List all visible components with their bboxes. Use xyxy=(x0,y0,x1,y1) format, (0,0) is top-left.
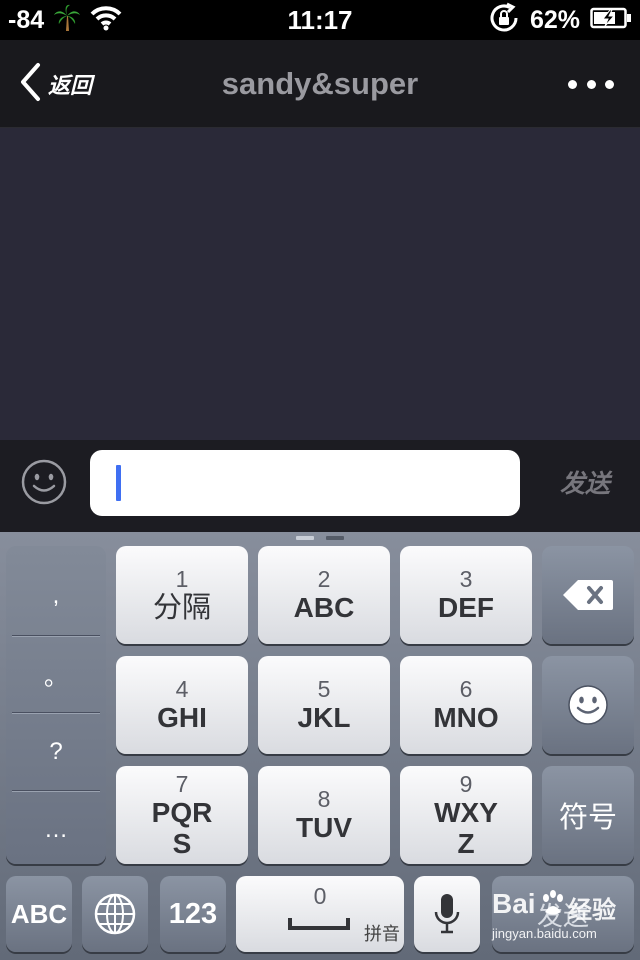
numbers-label: 123 xyxy=(168,897,218,930)
key-letters: GHI xyxy=(157,702,207,733)
dot-icon xyxy=(568,79,577,89)
message-input-bar: 发送 xyxy=(0,440,640,532)
dot-icon xyxy=(605,79,614,89)
backspace-icon xyxy=(563,580,613,610)
battery-percent: 62% xyxy=(529,5,580,34)
key-letters: JKL xyxy=(297,702,351,733)
symbols-label: 符号 xyxy=(558,800,617,834)
watermark-url: jingyan.baidu.com xyxy=(492,926,597,941)
status-bar: -84 11:17 62% xyxy=(0,0,640,40)
page-dot xyxy=(326,536,344,540)
key-digit: 6 xyxy=(459,676,473,702)
key-letters-line2: Z xyxy=(457,827,475,859)
navigation-bar: 返回 sandy&super xyxy=(0,40,640,128)
abc-key[interactable]: ABC xyxy=(6,876,72,952)
punctuation-column: , 。 ? … xyxy=(6,546,106,864)
emoji-key[interactable] xyxy=(542,656,634,754)
key-digit: 5 xyxy=(317,676,331,702)
symbols-key[interactable]: 符号 xyxy=(542,766,634,864)
key-digit: 3 xyxy=(459,566,473,592)
space-key[interactable]: 0 拼音 xyxy=(236,876,404,952)
microphone-key[interactable] xyxy=(414,876,480,952)
watermark-brand-cn: 经验 xyxy=(568,896,616,924)
key-3[interactable]: 3 DEF xyxy=(400,546,532,644)
key-digit: 2 xyxy=(317,566,331,592)
dot-icon xyxy=(586,79,596,89)
key-letters: MNO xyxy=(433,702,499,733)
status-right: 62% xyxy=(488,2,632,39)
emoji-button[interactable] xyxy=(20,458,68,506)
send-button[interactable]: 发送 xyxy=(540,464,630,500)
space-bar-icon xyxy=(288,918,350,930)
key-letters-line2: S xyxy=(172,827,192,859)
battery-charging-icon xyxy=(590,7,632,34)
key-digit: 7 xyxy=(175,770,189,797)
numbers-key[interactable]: 123 xyxy=(160,876,226,952)
chat-message-area[interactable] xyxy=(0,128,640,440)
key-8[interactable]: 8 TUV xyxy=(258,766,390,864)
abc-label: ABC xyxy=(10,898,68,929)
divider xyxy=(12,790,100,791)
paw-icon xyxy=(543,890,563,915)
key-letters: 分隔 xyxy=(152,590,211,624)
key-letters: PQR xyxy=(151,796,213,828)
key-6[interactable]: 6 MNO xyxy=(400,656,532,754)
microphone-icon xyxy=(434,894,460,934)
key-letters: DEF xyxy=(438,592,494,623)
chat-title: sandy&super xyxy=(221,66,419,101)
punct-period-key[interactable]: 。 xyxy=(6,644,106,704)
smiley-icon xyxy=(21,459,67,505)
rotation-lock-icon xyxy=(488,2,520,39)
key-4[interactable]: 4 GHI xyxy=(116,656,248,754)
smiley-icon xyxy=(568,685,608,725)
punct-comma-key[interactable]: , xyxy=(6,566,106,626)
globe-key[interactable] xyxy=(82,876,148,952)
pinyin-label: 拼音 xyxy=(364,924,400,945)
keyboard: , 。 ? … 1 分隔 2 ABC 3 DEF 4 GHI 5 JKL 6 M… xyxy=(0,532,640,960)
punct-ellipsis-key[interactable]: … xyxy=(6,800,106,860)
key-digit: 4 xyxy=(175,676,189,702)
globe-icon xyxy=(94,893,136,935)
space-digit: 0 xyxy=(313,883,327,909)
key-letters: ABC xyxy=(293,592,355,623)
key-digit: 8 xyxy=(317,786,331,812)
divider xyxy=(12,712,100,713)
key-9[interactable]: 9 WXY Z xyxy=(400,766,532,864)
message-input[interactable] xyxy=(90,450,520,516)
text-cursor xyxy=(116,465,121,501)
more-menu-button[interactable] xyxy=(568,70,614,98)
key-7[interactable]: 7 PQR S xyxy=(116,766,248,864)
keyboard-page-indicator xyxy=(296,536,344,540)
key-digit: 1 xyxy=(175,566,189,592)
key-letters: WXY xyxy=(434,796,498,828)
key-5[interactable]: 5 JKL xyxy=(258,656,390,754)
page-dot-active xyxy=(296,536,314,540)
key-2[interactable]: 2 ABC xyxy=(258,546,390,644)
key-digit: 9 xyxy=(459,770,473,797)
watermark-brand: Bai xyxy=(492,888,536,919)
key-1[interactable]: 1 分隔 xyxy=(116,546,248,644)
backspace-key[interactable] xyxy=(542,546,634,644)
key-letters: TUV xyxy=(296,812,352,843)
divider xyxy=(12,635,100,636)
punct-question-key[interactable]: ? xyxy=(6,722,106,782)
baidu-watermark: Bai 经验 jingyan.baidu.com xyxy=(492,888,632,948)
